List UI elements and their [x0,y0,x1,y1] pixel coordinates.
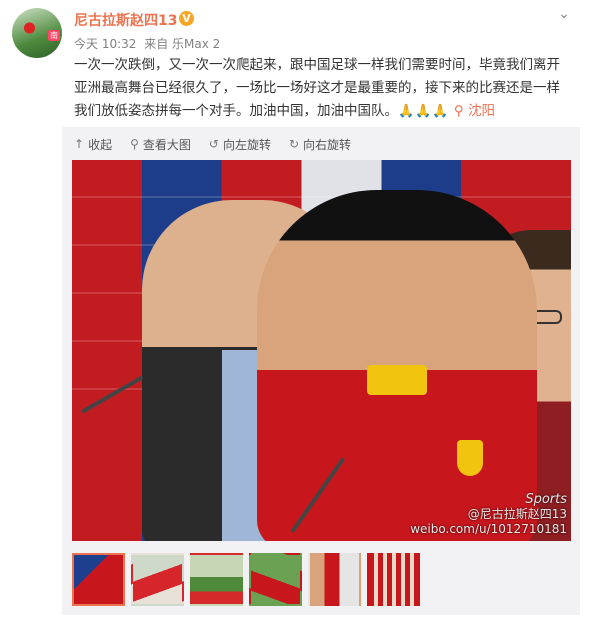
post-text: 一次一次跌倒，又一次一次爬起来，跟中国足球一样我们需要时间，毕竟我们离开亚洲最高… [74,54,570,123]
magnify-icon: ⚲ [130,137,139,151]
jersey-collar [367,365,427,395]
post-meta: 今天 10:32 来自 乐Max 2 [74,35,224,52]
rotate-left-label: 向左旋转 [222,137,271,152]
avatar-tag: 南 [48,30,60,41]
watermark-handle: @尼古拉斯赵四13 [467,507,567,521]
location-link[interactable]: ⚲ 沈阳 [454,103,495,119]
collapse-button[interactable]: ↑ 收起 [74,135,112,153]
chevron-down-icon[interactable]: ⌄ [558,6,570,22]
post-time[interactable]: 今天 10:32 [74,37,136,51]
jersey-badge [457,440,483,476]
collapse-icon: ↑ [74,137,85,151]
pray-emoji: 🙏🙏🙏 [398,104,450,119]
thumbnail-3[interactable] [190,553,243,606]
view-large-button[interactable]: ⚲ 查看大图 [130,135,191,153]
location-icon: ⚲ [453,103,464,119]
thumbnail-1[interactable] [72,553,125,606]
collapse-label: 收起 [88,137,113,152]
rotate-right-label: 向右旋转 [303,137,352,152]
rotate-left-icon: ↺ [208,137,219,151]
rotate-right-button[interactable]: ↻ 向右旋转 [289,135,351,153]
thumbnail-6[interactable] [367,553,420,606]
post-source[interactable]: 来自 乐Max 2 [144,37,220,51]
image-toolbar: ↑ 收起 ⚲ 查看大图 ↺ 向左旋转 ↻ 向右旋转 [74,135,351,153]
person-player [257,190,537,541]
username[interactable]: 尼古拉斯赵四13 [74,10,177,30]
thumbnail-5[interactable] [308,553,361,606]
verified-badge-icon: V [179,11,194,26]
location-label: 沈阳 [468,103,496,119]
view-large-label: 查看大图 [142,137,191,152]
photo-watermark: Sports @尼古拉斯赵四13 weibo.com/u/1012710181 [410,492,567,537]
watermark-url: weibo.com/u/1012710181 [410,522,567,536]
main-photo[interactable]: Sports @尼古拉斯赵四13 weibo.com/u/1012710181 [72,160,571,541]
avatar[interactable]: 南 [12,8,62,58]
thumbnail-4[interactable] [249,553,302,606]
thumbnail-2[interactable] [131,553,184,606]
rotate-left-button[interactable]: ↺ 向左旋转 [209,135,271,153]
rotate-right-icon: ↻ [288,137,300,151]
thumbnail-strip [72,553,420,606]
watermark-logo: Sports [525,492,567,507]
